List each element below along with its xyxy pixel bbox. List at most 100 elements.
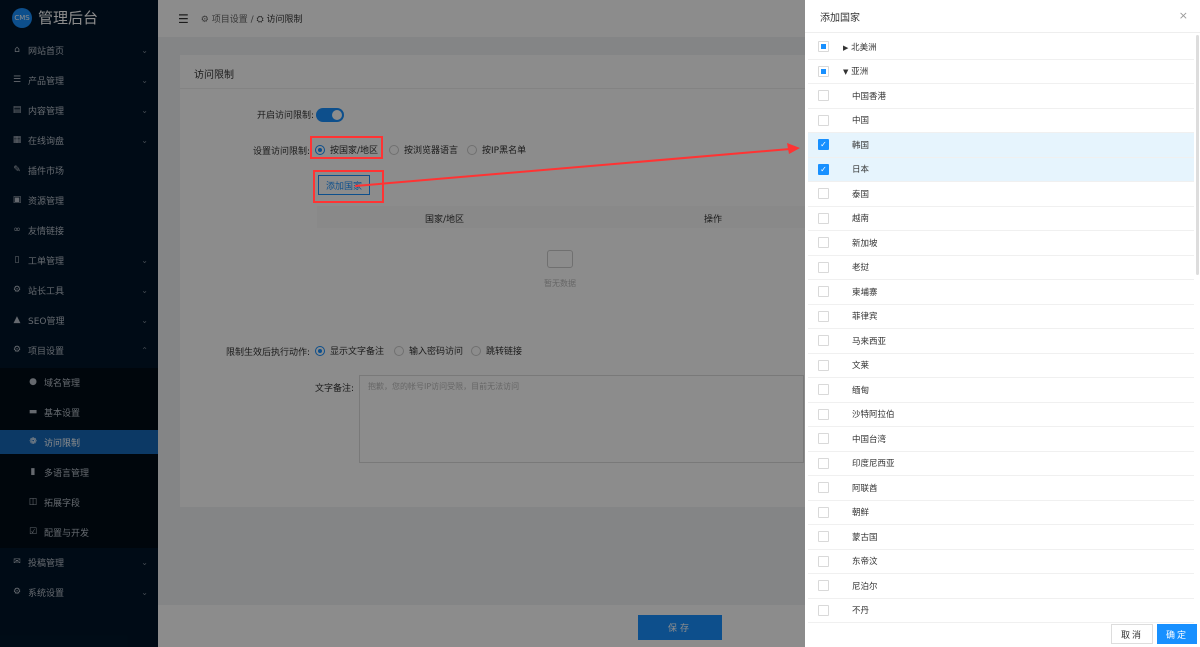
country-name: 亚洲 <box>851 67 869 78</box>
country-name: 菲律宾 <box>852 312 878 323</box>
drawer-scrollbar[interactable] <box>1196 35 1199 275</box>
country-row[interactable]: 文莱 <box>808 354 1194 378</box>
checkbox[interactable] <box>818 457 829 469</box>
row-label: 菲律宾 <box>852 310 878 322</box>
country-name: 新加坡 <box>852 238 878 249</box>
checkbox[interactable] <box>818 506 829 518</box>
row-label: 沙特阿拉伯 <box>852 408 895 420</box>
country-name: 朝鲜 <box>852 508 870 519</box>
country-row[interactable]: 中国 <box>808 109 1194 133</box>
annotation-arrow <box>354 143 800 187</box>
checkbox[interactable] <box>818 261 829 273</box>
row-label: 泰国 <box>852 188 869 200</box>
checkbox[interactable]: ✓ <box>818 163 829 175</box>
country-name: 泰国 <box>852 189 870 200</box>
country-row[interactable]: 新加坡 <box>808 231 1194 256</box>
country-row[interactable]: 中国台湾 <box>808 427 1194 452</box>
country-name: 中国 <box>852 116 870 127</box>
confirm-button[interactable]: 确定 <box>1157 624 1197 644</box>
country-name: 中国台湾 <box>852 434 887 445</box>
country-name: 柬埔寨 <box>852 287 878 298</box>
country-row[interactable]: ✓ 日本 <box>808 157 1194 182</box>
country-row[interactable]: 泰国 <box>808 182 1194 207</box>
row-label: 不丹 <box>852 604 869 616</box>
checkbox[interactable] <box>818 41 829 53</box>
row-label: 马来西亚 <box>852 335 886 347</box>
close-icon[interactable]: × <box>1179 9 1188 22</box>
checkbox[interactable] <box>818 335 829 347</box>
country-name: 东帝汶 <box>852 557 878 568</box>
checkbox[interactable] <box>818 310 829 322</box>
country-name: 不丹 <box>852 606 870 617</box>
country-row[interactable]: 老挝 <box>808 256 1194 280</box>
country-name: 越南 <box>852 214 870 225</box>
country-name: 阿联酋 <box>852 483 878 494</box>
country-row[interactable]: 越南 <box>808 207 1194 231</box>
checkbox[interactable] <box>818 359 829 371</box>
country-name: 尼泊尔 <box>852 581 878 592</box>
checkbox[interactable] <box>818 604 829 616</box>
row-label: 阿联酋 <box>852 482 878 494</box>
country-name: 韩国 <box>852 140 870 151</box>
country-row[interactable]: 柬埔寨 <box>808 280 1194 305</box>
caret-right-icon[interactable]: ▶ <box>843 44 848 52</box>
country-name: 沙特阿拉伯 <box>852 410 895 421</box>
row-label: 尼泊尔 <box>852 580 878 592</box>
country-row[interactable]: 蒙古国 <box>808 525 1194 550</box>
checkbox[interactable] <box>818 237 829 249</box>
row-label: 中国台湾 <box>852 433 886 445</box>
row-label: 老挝 <box>852 261 869 273</box>
country-name: 日本 <box>852 165 870 176</box>
country-row[interactable]: 马来西亚 <box>808 329 1194 354</box>
country-name: 北美洲 <box>851 42 877 53</box>
country-row[interactable]: 缅甸 <box>808 378 1194 403</box>
country-name: 文莱 <box>852 361 870 372</box>
checkbox[interactable] <box>818 408 829 420</box>
checkbox[interactable] <box>818 90 829 102</box>
row-label: 韩国 <box>852 139 869 151</box>
country-name: 蒙古国 <box>852 532 878 543</box>
checkbox[interactable] <box>818 65 829 77</box>
row-label: 朝鲜 <box>852 506 869 518</box>
checkbox[interactable]: ✓ <box>818 139 829 151</box>
row-label: 缅甸 <box>852 384 869 396</box>
country-row[interactable]: 朝鲜 <box>808 501 1194 525</box>
country-group-row[interactable]: ▶ 北美洲 <box>808 35 1194 60</box>
caret-down-icon[interactable]: ▼ <box>843 68 848 76</box>
row-label: 东帝汶 <box>852 555 878 567</box>
row-label: 印度尼西亚 <box>852 457 895 469</box>
country-row[interactable]: 菲律宾 <box>808 305 1194 329</box>
country-row[interactable]: 东帝汶 <box>808 550 1194 574</box>
country-row[interactable]: 阿联酋 <box>808 476 1194 501</box>
row-label: 文莱 <box>852 359 869 371</box>
checkbox[interactable] <box>818 433 829 445</box>
drawer-title: 添加国家 <box>820 12 860 24</box>
row-label: 新加坡 <box>852 237 878 249</box>
row-label: 蒙古国 <box>852 531 878 543</box>
drawer-header: 添加国家 × <box>805 0 1200 33</box>
country-name: 缅甸 <box>852 385 870 396</box>
country-row[interactable]: 中国香港 <box>808 84 1194 109</box>
checkbox[interactable] <box>818 286 829 298</box>
country-row[interactable]: 不丹 <box>808 599 1194 623</box>
checkbox[interactable] <box>818 384 829 396</box>
row-label: 越南 <box>852 212 869 224</box>
checkbox[interactable] <box>818 188 829 200</box>
checkbox[interactable] <box>818 114 829 126</box>
checkbox[interactable] <box>818 212 829 224</box>
row-label: ▶ 北美洲 <box>843 41 877 53</box>
cancel-button[interactable]: 取消 <box>1111 624 1153 644</box>
country-row[interactable]: 尼泊尔 <box>808 574 1194 599</box>
country-name: 马来西亚 <box>852 336 887 347</box>
row-label: ▼ 亚洲 <box>843 65 868 77</box>
row-label: 中国香港 <box>852 90 886 102</box>
country-group-row[interactable]: ▼ 亚洲 <box>808 60 1194 84</box>
checkbox[interactable] <box>818 531 829 543</box>
checkbox[interactable] <box>818 482 829 494</box>
country-row[interactable]: 印度尼西亚 <box>808 452 1194 476</box>
country-name: 老挝 <box>852 263 870 274</box>
country-row[interactable]: 沙特阿拉伯 <box>808 403 1194 427</box>
checkbox[interactable] <box>818 580 829 592</box>
checkbox[interactable] <box>818 555 829 567</box>
country-row[interactable]: ✓ 韩国 <box>808 133 1194 158</box>
